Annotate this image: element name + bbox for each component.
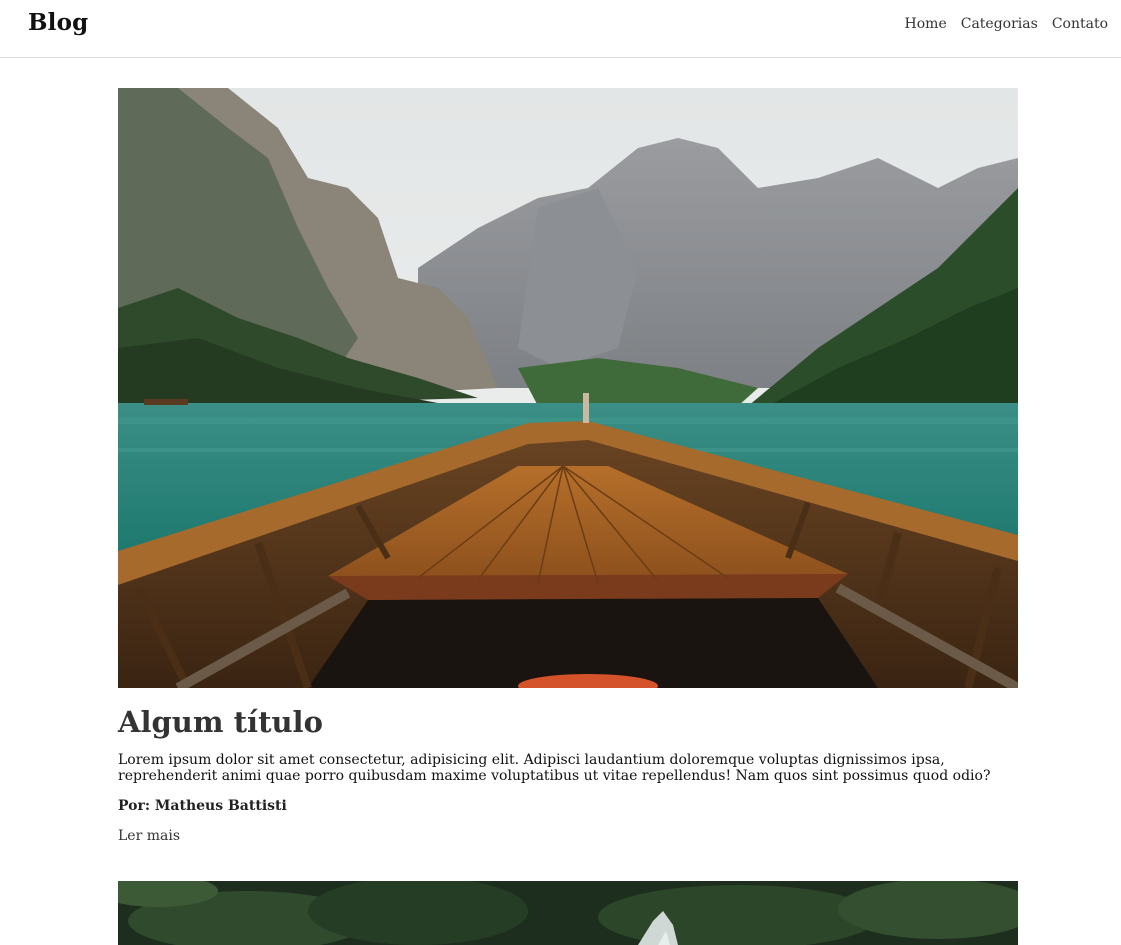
lake-boat-mountains-image (118, 88, 1018, 688)
top-navbar: Blog Home Categorias Contato (0, 0, 1121, 58)
post-card (118, 881, 1018, 945)
read-more-link[interactable]: Ler mais (118, 828, 180, 844)
post-title: Algum título (118, 705, 323, 739)
nav-link-home[interactable]: Home (905, 16, 947, 32)
post-image (118, 881, 1018, 945)
author-name: Matheus Battisti (154, 798, 287, 814)
author-prefix: Por: (118, 798, 151, 814)
nav-link-contato[interactable]: Contato (1052, 16, 1108, 32)
brand-logo-link[interactable]: Blog (28, 9, 88, 36)
post-card: Algum título Lorem ipsum dolor sit amet … (118, 88, 1018, 844)
post-author: Por: Matheus Battisti (118, 798, 1018, 814)
post-excerpt: Lorem ipsum dolor sit amet consectetur, … (118, 752, 991, 784)
main-nav: Home Categorias Contato (905, 16, 1108, 32)
nav-link-categorias[interactable]: Categorias (961, 16, 1038, 32)
forest-waterfall-image (118, 881, 1018, 945)
post-image (118, 88, 1018, 688)
